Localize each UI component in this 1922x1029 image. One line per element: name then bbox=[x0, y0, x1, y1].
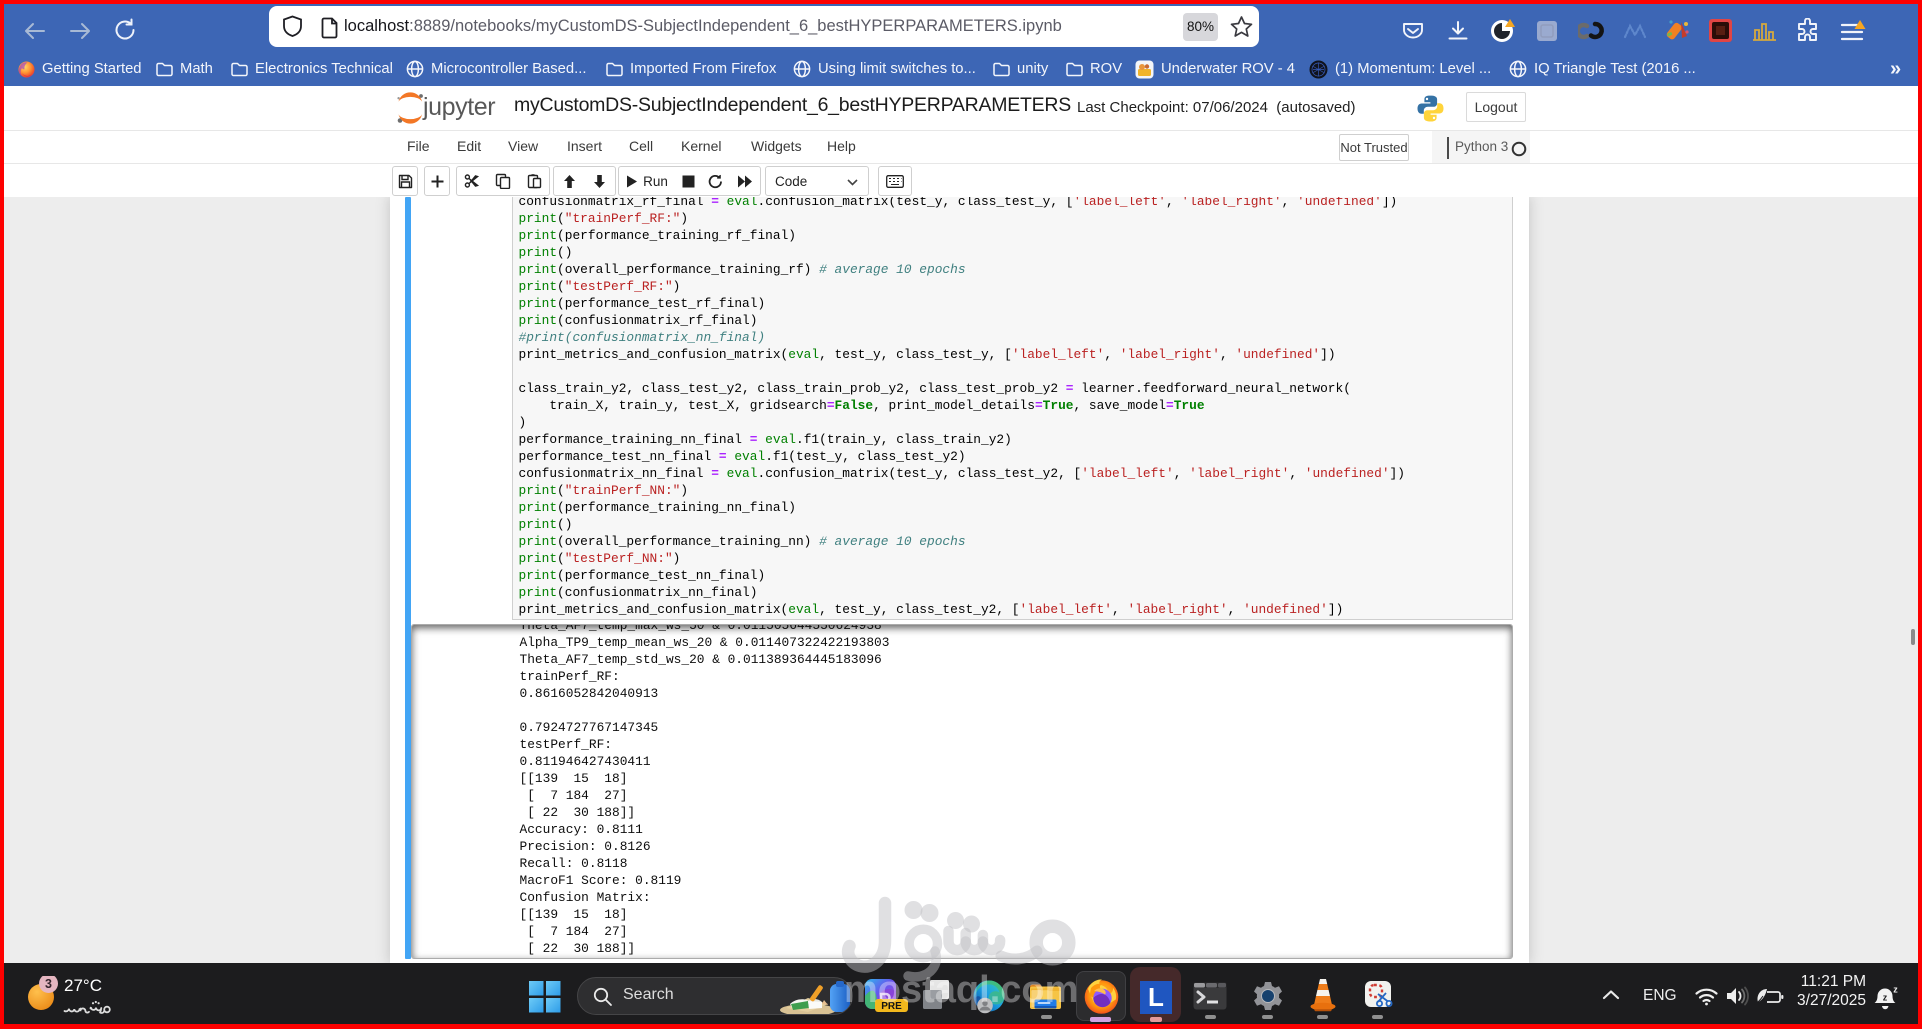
svg-text:PRE: PRE bbox=[881, 1001, 902, 1012]
svg-text:z: z bbox=[1893, 986, 1898, 995]
svg-text:z: z bbox=[1883, 993, 1888, 1003]
svg-text:3: 3 bbox=[45, 977, 52, 991]
